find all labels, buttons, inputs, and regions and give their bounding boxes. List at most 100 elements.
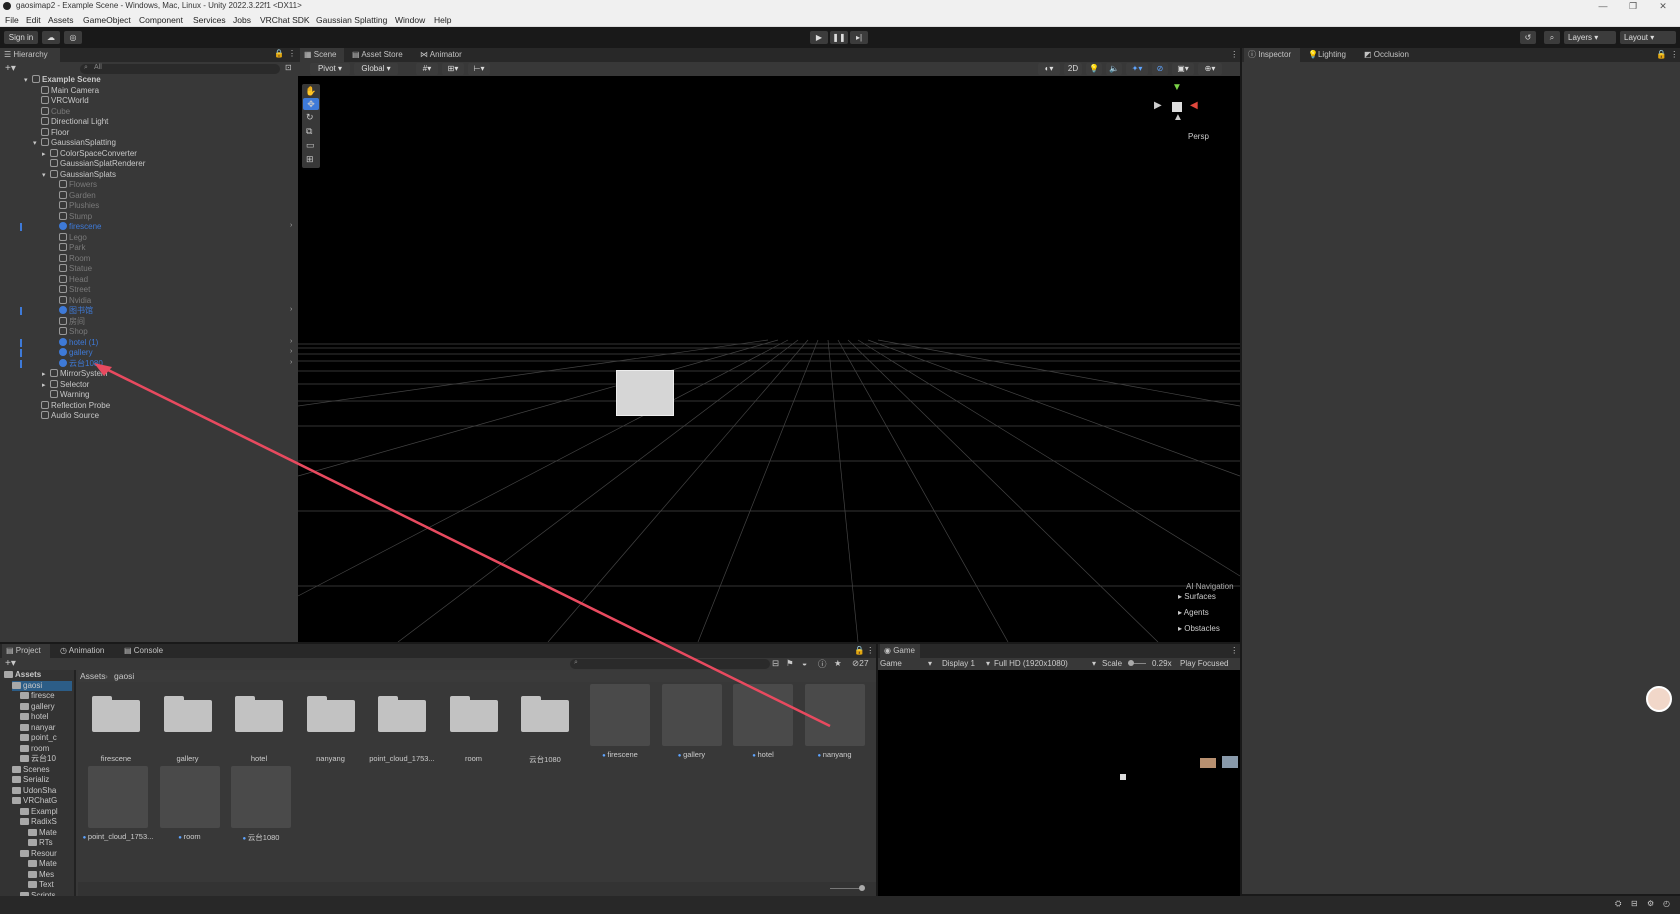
project-tree-item[interactable]: Exampl [20, 807, 58, 817]
tab-scene[interactable]: ▦ Scene [300, 48, 344, 62]
splitter[interactable] [74, 670, 76, 896]
menu-file[interactable]: File [5, 15, 19, 25]
tab-hierarchy[interactable]: ☰ Hierarchy [0, 48, 60, 62]
step-icon[interactable]: ▸| [850, 31, 868, 44]
prefab-label[interactable]: ● 云台1080 [225, 832, 297, 843]
avatar[interactable] [1646, 686, 1672, 712]
breadcrumb-gaosi[interactable]: gaosi [114, 671, 134, 681]
hierarchy-item[interactable]: Stump [51, 211, 92, 222]
grid-snap-icon[interactable]: #▾ [416, 63, 438, 75]
expand-arrow-icon[interactable]: ▸ [42, 150, 50, 160]
folder-label[interactable]: nanyang [295, 754, 367, 763]
project-tree-item[interactable]: 云台10 [20, 754, 56, 764]
project-tree-item[interactable]: Mate [28, 828, 57, 838]
folder-label[interactable]: hotel [223, 754, 295, 763]
minimize-icon[interactable]: — [1596, 0, 1610, 12]
lock-icon[interactable]: 🔒 [1656, 49, 1667, 60]
project-tree-item[interactable]: Resour [20, 849, 57, 859]
lighting-icon[interactable]: 💡 [1086, 63, 1102, 75]
prefab-label[interactable]: ● nanyang [799, 750, 871, 759]
hierarchy-item[interactable]: Nvidia [51, 295, 91, 306]
prefab-thumbnail[interactable] [733, 684, 793, 746]
add-icon[interactable]: +▾ [5, 63, 16, 74]
menu-help[interactable]: Help [434, 15, 451, 25]
tab-animation[interactable]: ◷ Animation [56, 644, 114, 658]
pivot-dropdown[interactable]: Pivot ▾ [310, 63, 350, 75]
expand-arrow-icon[interactable]: ▸ [42, 381, 50, 391]
folder-icon[interactable] [449, 694, 498, 732]
folder-icon[interactable] [92, 694, 140, 732]
favorite-icon[interactable]: ★ [834, 658, 842, 669]
add-icon[interactable]: +▾ [5, 658, 16, 669]
prefab-label[interactable]: ● hotel [727, 750, 799, 759]
open-prefab-icon[interactable]: › [290, 338, 292, 345]
project-tree-item[interactable]: point_c [20, 733, 57, 743]
tab-inspector[interactable]: ⓘ Inspector [1244, 48, 1300, 62]
tab-animator[interactable]: ⋈ Animator [416, 48, 472, 62]
gizmos-icon[interactable]: ⊕▾ [1198, 63, 1222, 75]
hidden-count-icon[interactable]: ⊘27 [852, 658, 869, 669]
prefab-thumbnail[interactable] [661, 684, 722, 746]
visibility-icon[interactable]: ⊘ [1152, 63, 1168, 75]
expand-arrow-icon[interactable]: ▸ [42, 370, 50, 380]
lock-icon[interactable]: 🔒 [274, 49, 284, 58]
project-tree-item[interactable]: Serializ [12, 775, 49, 785]
menu-jobs[interactable]: Jobs [233, 15, 251, 25]
game-view-dropdown[interactable]: Game ▾ [880, 659, 936, 668]
open-prefab-icon[interactable]: › [290, 222, 292, 229]
kebab-menu-icon[interactable]: ⋮ [1230, 645, 1239, 656]
hierarchy-item[interactable]: Reflection Probe [33, 400, 110, 411]
hierarchy-item[interactable]: gallery [51, 348, 93, 358]
project-tree-item[interactable]: gaosi [12, 680, 72, 691]
prefab-label[interactable]: ● gallery [656, 750, 728, 759]
resolution-dropdown[interactable]: Full HD (1920x1080) ▾ [994, 659, 1098, 668]
menu-gameobject[interactable]: GameObject [83, 15, 131, 25]
zoom-slider[interactable] [830, 888, 862, 889]
progress-icon[interactable]: ⛭ [1615, 899, 1621, 909]
toggle-2d-button[interactable]: 2D [1064, 63, 1082, 75]
project-tree-item[interactable]: Mes [28, 870, 54, 880]
project-tree-item[interactable]: firesce [20, 691, 55, 701]
play-focused-dropdown[interactable]: Play Focused [1180, 659, 1228, 668]
ai-nav-agents[interactable]: ▸ Agents [1178, 608, 1209, 617]
project-tree-item[interactable]: Text [28, 880, 54, 890]
folder-icon[interactable] [306, 694, 355, 732]
folder-icon[interactable] [235, 694, 283, 732]
open-prefab-icon[interactable]: › [290, 348, 292, 355]
layout-dropdown[interactable]: Layout ▾ [1620, 31, 1676, 44]
folder-label[interactable]: firescene [80, 754, 152, 763]
cube-object[interactable] [616, 370, 674, 416]
tab-game[interactable]: ◉ Game [880, 644, 920, 658]
hierarchy-item[interactable]: Cube [33, 106, 70, 117]
cloud-icon[interactable]: ☁ [42, 31, 60, 44]
folder-label[interactable]: 云台1080 [509, 754, 581, 765]
cache-icon[interactable]: ⊟ [1631, 899, 1638, 908]
folder-label[interactable]: gallery [152, 754, 224, 763]
tab-console[interactable]: ▤ Console [120, 644, 172, 658]
scale-slider-thumb[interactable] [1128, 660, 1134, 666]
info-icon[interactable]: ⓘ [818, 658, 827, 670]
camera-icon[interactable]: ▣▾ [1172, 63, 1194, 75]
snap-increment-icon[interactable]: ⊞▾ [442, 63, 464, 75]
project-tree-item[interactable]: nanyar [20, 723, 55, 733]
folder-icon[interactable] [521, 694, 569, 732]
project-tree-item[interactable]: Scenes [12, 765, 50, 775]
prefab-thumbnail[interactable] [231, 766, 291, 828]
menu-vrchat-sdk[interactable]: VRChat SDK [260, 15, 310, 25]
hierarchy-item[interactable]: VRCWorld [33, 96, 89, 106]
kebab-menu-icon[interactable]: ⋮ [1230, 49, 1239, 60]
project-search-input[interactable]: ⌕ [570, 659, 770, 669]
hierarchy-item[interactable]: 云台1080 [51, 358, 103, 369]
hierarchy-item[interactable]: ▸ ColorSpaceConverter [42, 148, 137, 160]
tab-project[interactable]: ▤ Project [2, 644, 50, 658]
hierarchy-item[interactable]: Room [51, 253, 90, 264]
layers-dropdown[interactable]: Layers ▾ [1564, 31, 1616, 44]
prefab-thumbnail[interactable] [804, 684, 865, 746]
project-tree-item[interactable]: UdonSha [12, 786, 56, 796]
project-tree-item[interactable]: RadixS [20, 817, 57, 827]
hierarchy-item[interactable]: Main Camera [33, 85, 99, 96]
zoom-slider-thumb[interactable] [859, 885, 865, 891]
hierarchy-item[interactable]: ▾ Example Scene [24, 75, 101, 85]
play-icon[interactable]: ▶ [810, 31, 828, 44]
display-dropdown[interactable]: Display 1 ▾ [942, 659, 992, 668]
